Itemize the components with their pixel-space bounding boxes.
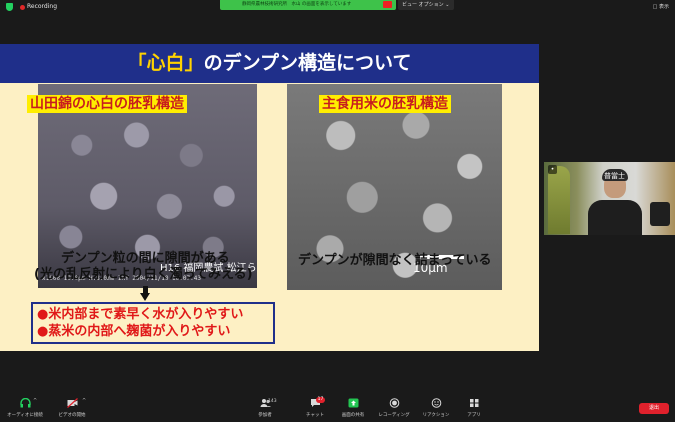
- recording-label: Recording: [27, 3, 58, 10]
- join-audio-button[interactable]: ^ オーディオに接続: [2, 395, 48, 422]
- bullet-item: ●米内部まで素早く水が入りやすい: [37, 307, 244, 322]
- record-icon: [389, 398, 399, 408]
- reactions-label: リアクション: [422, 413, 450, 418]
- screen-share-banner: 静岡県農林技術研究所 水山 の画面を表示しています: [220, 0, 396, 10]
- recording-icon: [20, 5, 25, 10]
- slide-title: 「心白」のデンプン構造について: [0, 44, 539, 83]
- reactions-button[interactable]: リアクション: [418, 395, 454, 422]
- mic-icon: •: [548, 165, 557, 174]
- title-rest: のデンプン構造について: [203, 52, 412, 74]
- title-open-bracket: 「: [127, 52, 147, 74]
- rice-plant-image: [548, 166, 570, 234]
- meeting-toolbar: ^ オーディオに接続 ^ ビデオの開始 143 参加者 17 チャット 画面の共…: [0, 395, 675, 422]
- video-off-icon: [66, 398, 78, 408]
- record-button[interactable]: レコーディング: [374, 395, 414, 422]
- shield-icon[interactable]: [6, 3, 13, 11]
- share-screen-icon: [348, 398, 358, 408]
- view-options-label: ビュー オプション: [402, 2, 444, 8]
- arrow-down-icon: [140, 286, 151, 301]
- caption-right: デンプンが隙間なく詰まっている: [298, 253, 492, 268]
- bullet-item: ●蒸米の内部へ麹菌が入りやすい: [37, 324, 231, 339]
- micrograph-label-left: 山田錦の心白の胚乳構造: [27, 95, 187, 113]
- apps-icon: [469, 399, 478, 407]
- start-video-button[interactable]: ^ ビデオの開始: [52, 395, 92, 422]
- top-bar: Recording 静岡県農林技術研究所 水山 の画面を表示しています ビュー …: [0, 0, 675, 14]
- leave-button[interactable]: 退出: [639, 403, 669, 414]
- caption-left-line2: (光の乱反射により白く濁ってみえる): [34, 267, 253, 282]
- bullet-box: ●米内部まで素早く水が入りやすい ●蒸米の内部へ麹菌が入りやすい: [31, 302, 275, 344]
- caption-left-line1: デンプン粒の間に隙間がある: [61, 251, 230, 266]
- participants-label: 参加者: [258, 413, 272, 418]
- display-button[interactable]: □ 表示: [653, 2, 669, 12]
- display-label: 表示: [658, 4, 669, 10]
- title-close-bracket: 」: [184, 52, 204, 74]
- smile-icon: [431, 398, 441, 408]
- record-label: レコーディング: [378, 413, 410, 418]
- share-screen-button[interactable]: 画面の共有: [336, 395, 370, 422]
- share-screen-label: 画面の共有: [341, 413, 365, 418]
- view-options-button[interactable]: ビュー オプション ⌄: [398, 0, 454, 10]
- chat-unread-badge: 17: [316, 397, 325, 403]
- participant-body: [588, 200, 642, 235]
- participants-button[interactable]: 143 参加者: [250, 395, 280, 422]
- participants-count: 143: [268, 399, 277, 404]
- apps-label: アプリ: [467, 413, 481, 418]
- headphones-icon: [19, 398, 31, 408]
- chat-button[interactable]: 17 チャット: [300, 395, 330, 422]
- join-audio-label: オーディオに接続: [7, 413, 43, 418]
- slide-header: 「心白」のデンプン構造について: [0, 44, 539, 83]
- sake-logo-image: [650, 202, 670, 226]
- participant-name: 普當士: [604, 172, 625, 180]
- display-icon: □: [652, 4, 658, 10]
- chevron-up-icon[interactable]: ^: [82, 398, 86, 404]
- micrograph-label-right: 主食用米の胚乳構造: [319, 95, 451, 113]
- chevron-up-icon[interactable]: ^: [33, 398, 37, 404]
- shared-slide: 「心白」のデンプン構造について H16 福岡農試 松江ら x1000 10.0μ…: [0, 44, 539, 351]
- zoom-meeting-window: Recording 静岡県農林技術研究所 水山 の画面を表示しています ビュー …: [0, 0, 675, 422]
- participant-video-tile[interactable]: • 普當士: [544, 162, 675, 235]
- screen-share-text: 静岡県農林技術研究所 水山 の画面を表示しています: [242, 2, 352, 7]
- start-video-label: ビデオの開始: [58, 413, 86, 418]
- apps-button[interactable]: アプリ: [460, 395, 488, 422]
- title-accent: 心白: [146, 52, 185, 74]
- chat-label: チャット: [306, 413, 324, 418]
- chevron-down-icon: ⌄: [445, 2, 450, 8]
- stop-share-icon[interactable]: [383, 1, 392, 8]
